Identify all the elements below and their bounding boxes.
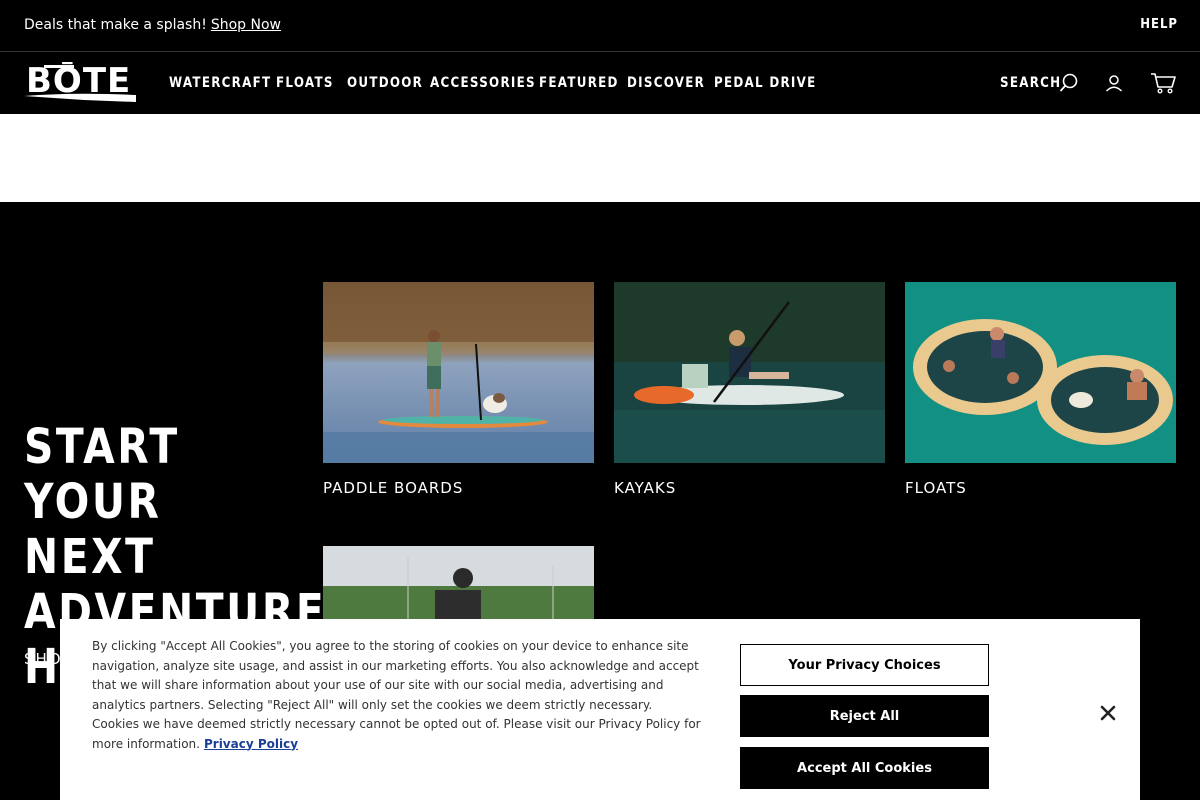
cookie-banner: By clicking "Accept All Cookies", you ag… <box>60 619 1140 800</box>
search-icon[interactable] <box>1059 73 1079 93</box>
privacy-policy-link[interactable]: Privacy Policy <box>204 737 298 751</box>
white-spacer <box>0 114 1200 202</box>
accept-all-cookies-button[interactable]: Accept All Cookies <box>740 747 989 789</box>
main-nav: WATERCRAFT FLOATS OUTDOOR ACCESSORIES FE… <box>169 74 815 92</box>
promo-message: Deals that make a splash! Shop Now <box>24 17 281 33</box>
nav-featured[interactable]: FEATURED <box>539 75 619 91</box>
category-card-kayaks[interactable]: KAYAKS <box>614 282 885 497</box>
nav-accessories[interactable]: ACCESSORIES <box>430 75 536 91</box>
shop-now-link[interactable]: Shop Now <box>211 17 281 33</box>
close-icon[interactable] <box>1096 701 1120 725</box>
cart-icon[interactable] <box>1150 72 1176 94</box>
help-link[interactable]: HELP <box>1140 17 1178 32</box>
nav-discover[interactable]: DISCOVER <box>627 75 705 91</box>
promo-text: Deals that make a splash! <box>24 17 207 33</box>
nav-floats[interactable]: FLOATS <box>276 75 334 91</box>
nav-pedal-drive[interactable]: PEDAL DRIVE <box>714 75 817 91</box>
category-label-floats: FLOATS <box>905 479 967 497</box>
category-card-floats[interactable]: FLOATS <box>905 282 1176 497</box>
privacy-choices-button[interactable]: Your Privacy Choices <box>740 644 989 686</box>
user-icon[interactable] <box>1105 74 1123 92</box>
category-label-kayaks: KAYAKS <box>614 479 677 497</box>
reject-all-button[interactable]: Reject All <box>740 695 989 737</box>
main-header: BŌTE WATERCRAFT FLOATS OUTDOOR ACCESSORI… <box>0 52 1200 114</box>
paddle-board-image <box>323 282 594 463</box>
category-card-paddle-boards[interactable]: PADDLE BOARDS <box>323 282 594 497</box>
nav-watercraft[interactable]: WATERCRAFT <box>169 75 271 91</box>
cookie-text: By clicking "Accept All Cookies", you ag… <box>92 639 701 751</box>
nav-outdoor[interactable]: OUTDOOR <box>347 75 423 91</box>
search-label[interactable]: SEARCH <box>1000 75 1061 91</box>
kayak-image <box>614 282 885 463</box>
cookie-message: By clicking "Accept All Cookies", you ag… <box>92 637 702 754</box>
category-label-paddle-boards: PADDLE BOARDS <box>323 479 464 497</box>
bote-logo[interactable]: BŌTE <box>24 62 138 104</box>
floats-image <box>905 282 1176 463</box>
promo-bar: Deals that make a splash! Shop Now HELP <box>0 0 1200 52</box>
